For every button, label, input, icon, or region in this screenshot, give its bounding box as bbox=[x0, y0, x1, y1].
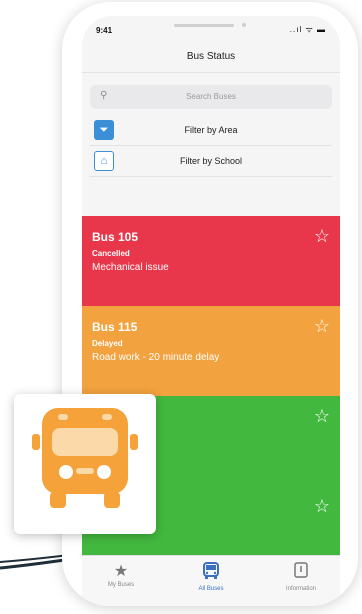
tab-bar: ★ My Buses All Buses Information bbox=[82, 555, 340, 606]
star-icon: ★ bbox=[113, 563, 129, 580]
tab-label: Information bbox=[285, 586, 316, 592]
app-logo-badge bbox=[14, 394, 156, 534]
status-time: 9:41 bbox=[96, 26, 113, 35]
tab-information[interactable]: Information bbox=[266, 562, 336, 592]
speaker-notch bbox=[174, 24, 234, 27]
bus-icon bbox=[176, 562, 246, 586]
page-title: Bus Status bbox=[82, 42, 340, 73]
filter-school-label: Filter by School bbox=[179, 156, 243, 166]
search-placeholder: Search Buses bbox=[186, 92, 236, 101]
bus-note: Road work - 20 minute delay bbox=[92, 352, 220, 363]
info-icon bbox=[266, 562, 336, 586]
bus-name: Bus 115 bbox=[92, 320, 138, 334]
school-bus-logo-icon bbox=[32, 408, 138, 508]
favorite-star-icon[interactable]: ☆ bbox=[314, 226, 330, 247]
camera-dot bbox=[242, 23, 246, 27]
bus-status: Delayed bbox=[92, 339, 123, 348]
filter-area-label: Filter by Area bbox=[184, 125, 238, 135]
bus-card[interactable]: Bus 105 Cancelled Mechanical issue ☆ bbox=[82, 216, 340, 306]
bus-note: Mechanical issue bbox=[92, 262, 169, 273]
bus-status: Cancelled bbox=[92, 249, 130, 258]
status-bar: 9:41 ..ıl ᯤ ▬ bbox=[82, 16, 340, 42]
tab-all-buses[interactable]: All Buses bbox=[176, 562, 246, 592]
search-input[interactable]: ⚲ Search Buses bbox=[90, 85, 332, 109]
bus-name: Bus 105 bbox=[92, 230, 139, 244]
signal-icons: ..ıl ᯤ ▬ bbox=[289, 25, 326, 34]
filter-by-school-button[interactable]: ⌂ Filter by School bbox=[90, 146, 332, 177]
bus-card[interactable]: Bus 115 Delayed Road work - 20 minute de… bbox=[82, 306, 340, 396]
tab-label: My Buses bbox=[107, 582, 135, 588]
tab-my-buses[interactable]: ★ My Buses bbox=[86, 562, 156, 588]
favorite-star-icon[interactable]: ☆ bbox=[314, 496, 330, 517]
favorite-star-icon[interactable]: ☆ bbox=[314, 406, 330, 427]
tab-label: All Buses bbox=[198, 586, 224, 592]
filter-by-area-button[interactable]: ⏷ Filter by Area bbox=[90, 115, 332, 146]
favorite-star-icon[interactable]: ☆ bbox=[314, 316, 330, 337]
